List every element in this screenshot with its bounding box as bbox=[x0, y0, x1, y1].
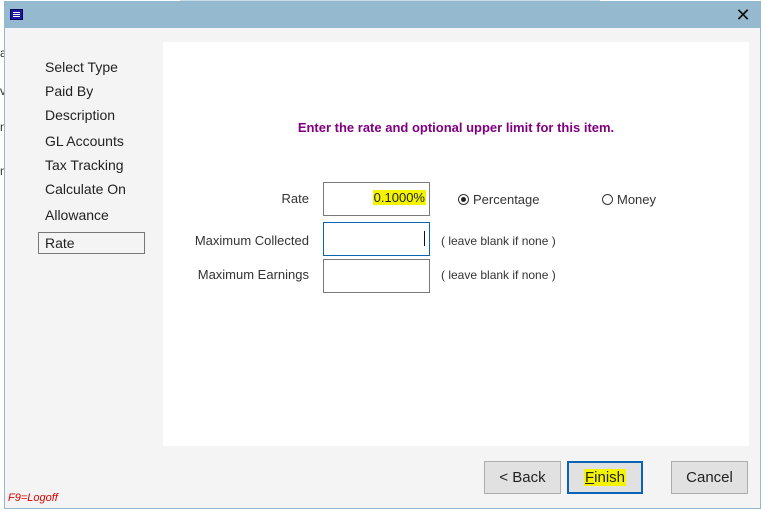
cancel-button[interactable]: Cancel bbox=[671, 461, 748, 494]
radio-unchecked-icon bbox=[602, 194, 613, 205]
logoff-shortcut-hint: F9=Logoff bbox=[8, 492, 58, 504]
radio-checked-icon bbox=[458, 194, 469, 205]
back-button[interactable]: < Back bbox=[484, 461, 561, 494]
instruction-text: Enter the rate and optional upper limit … bbox=[297, 120, 615, 135]
wizard-dialog: ✕ Select Type Paid By Description GL Acc… bbox=[4, 1, 761, 509]
rate-label: Rate bbox=[281, 191, 309, 206]
sidebar-item-gl-accounts[interactable]: GL Accounts bbox=[45, 133, 126, 149]
sidebar-item-paid-by[interactable]: Paid By bbox=[45, 83, 93, 99]
sidebar-item-rate[interactable]: Rate bbox=[38, 232, 145, 254]
finish-button[interactable]: Finish bbox=[567, 461, 643, 494]
finish-label: Finish bbox=[583, 469, 627, 486]
maximum-earnings-input[interactable] bbox=[323, 259, 430, 293]
percentage-radio[interactable]: Percentage bbox=[458, 192, 540, 207]
rate-input[interactable]: 0.1000% bbox=[323, 182, 430, 216]
title-bar[interactable]: ✕ bbox=[5, 2, 760, 28]
content-panel: Enter the rate and optional upper limit … bbox=[163, 42, 749, 446]
maximum-collected-hint: ( leave blank if none ) bbox=[441, 234, 556, 248]
sidebar-item-tax-tracking[interactable]: Tax Tracking bbox=[45, 157, 124, 173]
app-window-icon bbox=[10, 9, 23, 20]
sidebar-item-description[interactable]: Description bbox=[45, 107, 115, 123]
sidebar-item-calculate-on[interactable]: Calculate On bbox=[45, 181, 126, 197]
text-caret bbox=[424, 231, 425, 246]
sidebar-item-allowance[interactable]: Allowance bbox=[45, 207, 109, 223]
percentage-radio-label: Percentage bbox=[473, 192, 540, 207]
money-radio[interactable]: Money bbox=[602, 192, 656, 207]
rate-value: 0.1000% bbox=[372, 190, 426, 205]
maximum-earnings-label: Maximum Earnings bbox=[197, 267, 309, 282]
money-radio-label: Money bbox=[617, 192, 657, 207]
sidebar-item-select-type[interactable]: Select Type bbox=[45, 59, 118, 75]
maximum-earnings-hint: ( leave blank if none ) bbox=[441, 268, 556, 282]
maximum-collected-input[interactable] bbox=[323, 222, 430, 256]
maximum-collected-label: Maximum Collected bbox=[194, 233, 309, 248]
close-button[interactable]: ✕ bbox=[732, 5, 754, 25]
